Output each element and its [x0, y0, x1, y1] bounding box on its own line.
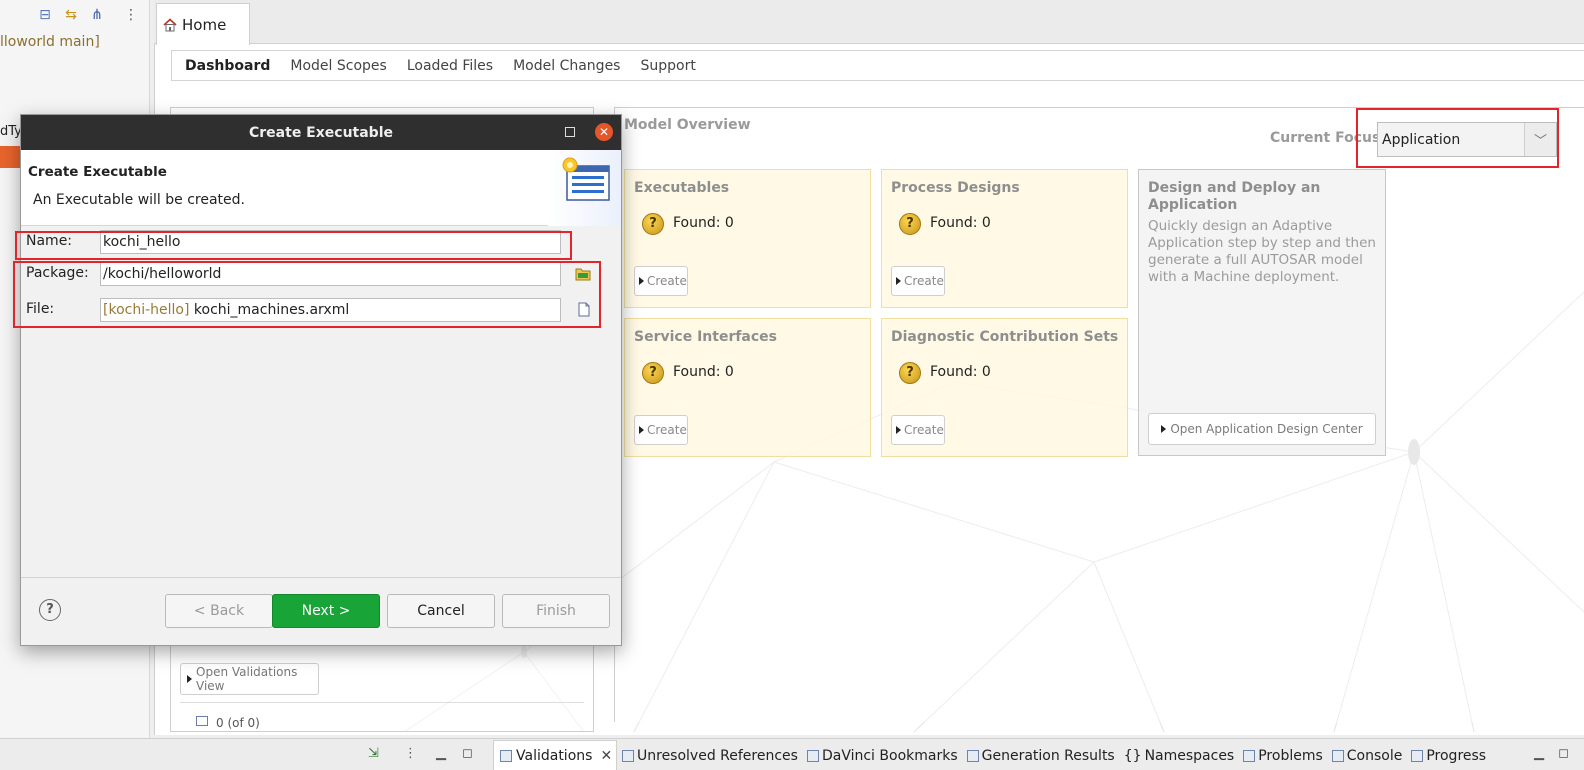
- tab-home[interactable]: Home: [156, 3, 250, 45]
- editor-tab-strip: [154, 0, 1584, 44]
- model-scope-icon: [196, 716, 208, 726]
- name-highlight-box: [15, 231, 572, 260]
- collapse-all-icon[interactable]: ⊟: [36, 6, 54, 24]
- header-description: An Executable will be created.: [33, 192, 245, 208]
- design-deploy-card: Design and Deploy an Application Quickly…: [1138, 169, 1386, 456]
- help-button[interactable]: ?: [39, 599, 61, 621]
- question-icon: ?: [899, 213, 921, 235]
- filter-tree-icon[interactable]: ⋔: [88, 6, 106, 24]
- triangle-right-icon: [639, 426, 644, 434]
- model-overview-title: Model Overview: [624, 117, 751, 133]
- card-title: Process Designs: [891, 180, 1020, 196]
- scope-count-text: 0 (of 0): [216, 716, 260, 730]
- bottom-tab-list: Unresolved References DaVinci Bookmarks …: [622, 748, 1486, 764]
- dialog-header: Create Executable An Executable will be …: [21, 150, 621, 226]
- tab-validations[interactable]: Validations ✕: [493, 740, 617, 770]
- bottom-window-controls: ▁ ◻: [1534, 746, 1569, 761]
- deploy-card-description: Quickly design an Adaptive Application s…: [1148, 218, 1376, 285]
- bottom-toolbar: ⇲ ⋮ ▁ ◻: [362, 746, 482, 766]
- dialog-title: Create Executable: [249, 124, 393, 141]
- found-count: Found: 0: [673, 364, 734, 380]
- console-icon: [1331, 750, 1344, 762]
- executables-card: Executables ? Found: 0 Create: [624, 169, 871, 308]
- tab-problems[interactable]: Problems: [1243, 748, 1323, 764]
- process-designs-card: Process Designs ? Found: 0 Create: [881, 169, 1128, 308]
- dashboard-subnav: Dashboard Model Scopes Loaded Files Mode…: [171, 50, 1584, 81]
- create-diagnostic-set-button[interactable]: Create: [891, 415, 945, 445]
- problems-icon: [1243, 750, 1256, 762]
- triangle-right-icon: [187, 675, 192, 683]
- minimize-icon[interactable]: ▁: [436, 746, 446, 761]
- home-icon: [163, 17, 177, 31]
- card-title: Diagnostic Contribution Sets: [891, 329, 1119, 345]
- back-button[interactable]: < Back: [165, 594, 273, 628]
- explorer-column-header: dTy: [0, 124, 20, 139]
- cancel-button[interactable]: Cancel: [387, 594, 495, 628]
- validations-icon: [500, 749, 512, 762]
- progress-icon: [1411, 750, 1424, 762]
- found-count: Found: 0: [930, 364, 991, 380]
- package-file-highlight-box: [13, 261, 601, 328]
- maximize-icon[interactable]: ◻: [1558, 746, 1569, 761]
- create-service-interface-button[interactable]: Create: [634, 415, 688, 445]
- explorer-toolbar: ⊟ ⇆ ⋔ ⋮: [30, 6, 148, 28]
- triangle-right-icon: [639, 277, 644, 285]
- tab-console[interactable]: Console: [1331, 748, 1402, 764]
- question-icon: ?: [899, 362, 921, 384]
- close-icon[interactable]: ✕: [595, 123, 613, 141]
- found-count: Found: 0: [673, 215, 734, 231]
- focus-highlight-box: [1356, 108, 1559, 168]
- subnav-model-changes[interactable]: Model Changes: [513, 58, 620, 74]
- tab-davinci-bookmarks[interactable]: DaVinci Bookmarks: [806, 748, 958, 764]
- card-title: Service Interfaces: [634, 329, 778, 345]
- tab-namespaces[interactable]: {} Namespaces: [1124, 748, 1235, 764]
- deploy-card-title: Design and Deploy an Application: [1148, 180, 1321, 213]
- view-menu-icon[interactable]: ⋮: [404, 746, 417, 761]
- card-divider: [180, 702, 584, 703]
- project-tree-item[interactable]: lloworld main]: [0, 34, 100, 50]
- maximize-icon[interactable]: ◻: [462, 746, 473, 761]
- maximize-icon[interactable]: [565, 127, 575, 137]
- question-icon: ?: [642, 362, 664, 384]
- create-process-design-button[interactable]: Create: [891, 266, 945, 296]
- tab-home-label: Home: [182, 15, 227, 34]
- finish-button[interactable]: Finish: [502, 594, 610, 628]
- tab-progress[interactable]: Progress: [1411, 748, 1486, 764]
- dialog-title-bar[interactable]: Create Executable: [21, 115, 621, 150]
- close-icon[interactable]: ✕: [600, 748, 612, 764]
- question-icon: ?: [642, 213, 664, 235]
- triangle-right-icon: [896, 426, 901, 434]
- subnav-loaded-files[interactable]: Loaded Files: [407, 58, 493, 74]
- triangle-right-icon: [896, 277, 901, 285]
- card-title: Executables: [634, 180, 730, 196]
- selected-row-indicator: [0, 146, 20, 168]
- create-executable-dialog: Create Executable ✕ Create Executable An…: [13, 114, 622, 646]
- view-menu-icon[interactable]: ⋮: [122, 6, 140, 24]
- dialog-button-separator: [21, 577, 621, 578]
- minimize-icon[interactable]: ▁: [1534, 746, 1544, 761]
- subnav-support[interactable]: Support: [640, 58, 695, 74]
- header-title: Create Executable: [28, 164, 167, 180]
- next-button[interactable]: Next >: [272, 594, 380, 628]
- open-validations-view-button[interactable]: Open Validations View: [180, 663, 319, 695]
- tab-unresolved-references[interactable]: Unresolved References: [622, 748, 798, 764]
- braces-icon: {}: [1123, 748, 1142, 764]
- subnav-dashboard[interactable]: Dashboard: [185, 58, 270, 74]
- new-executable-wizard-icon: [562, 157, 610, 201]
- tab-generation-results[interactable]: Generation Results: [966, 748, 1115, 764]
- references-icon: [622, 750, 634, 762]
- link-editor-icon[interactable]: ⇆: [62, 6, 80, 24]
- triangle-right-icon: [1161, 425, 1167, 433]
- bookmark-icon: [806, 750, 819, 762]
- diagnostic-contribution-sets-card: Diagnostic Contribution Sets ? Found: 0 …: [881, 318, 1128, 457]
- generation-icon: [966, 750, 979, 762]
- subnav-model-scopes[interactable]: Model Scopes: [290, 58, 386, 74]
- found-count: Found: 0: [930, 215, 991, 231]
- create-executable-button[interactable]: Create: [634, 266, 688, 296]
- open-application-design-center-button[interactable]: Open Application Design Center: [1148, 413, 1376, 445]
- pin-view-icon[interactable]: ⇲: [368, 746, 379, 761]
- service-interfaces-card: Service Interfaces ? Found: 0 Create: [624, 318, 871, 457]
